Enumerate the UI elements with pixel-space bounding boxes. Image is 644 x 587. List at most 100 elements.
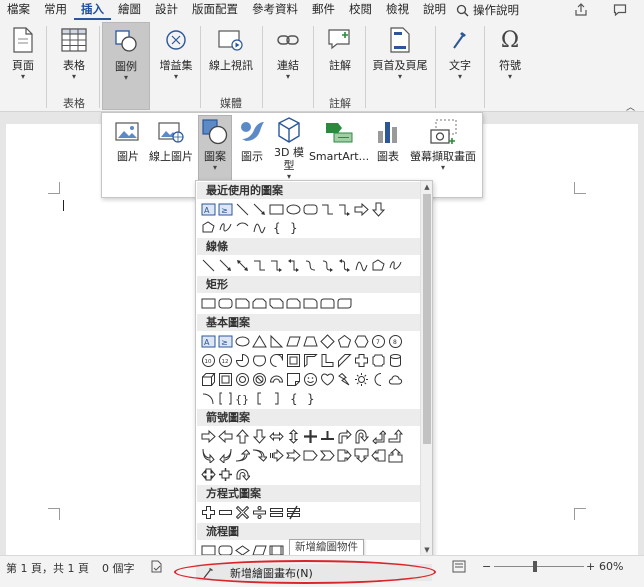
- curved-arrow-connector-shape-icon[interactable]: [320, 258, 335, 273]
- vertical-text-box-shape-icon[interactable]: ≥: [218, 202, 233, 217]
- left-up-arrow-shape-icon[interactable]: [371, 429, 386, 444]
- lightning-bolt-shape-icon[interactable]: [337, 372, 352, 387]
- can-shape-icon[interactable]: [388, 353, 403, 368]
- online-pictures-button[interactable]: 線上圖片: [148, 116, 194, 178]
- pentagon-shape-icon[interactable]: [337, 334, 352, 349]
- notched-right-arrow-shape-icon[interactable]: [286, 448, 301, 463]
- new-comment-button[interactable]: 註解: [320, 24, 360, 94]
- bent-up-arrow-shape-icon[interactable]: [388, 429, 403, 444]
- half-frame-shape-icon[interactable]: [303, 353, 318, 368]
- zoom-in-icon[interactable]: +: [586, 560, 595, 573]
- text-box-shape-icon[interactable]: A: [201, 202, 216, 217]
- teardrop-shape-icon[interactable]: [269, 353, 284, 368]
- left-brace-shape-icon[interactable]: {: [286, 391, 301, 406]
- rectangle-shape-icon[interactable]: [269, 202, 284, 217]
- tab-references[interactable]: 參考資料: [245, 0, 305, 20]
- donut-shape-icon[interactable]: [235, 372, 250, 387]
- search-icon[interactable]: [453, 0, 471, 20]
- comment-icon[interactable]: [607, 0, 633, 20]
- line-shape-icon[interactable]: [235, 202, 250, 217]
- curved-left-arrow-shape-icon[interactable]: [218, 448, 233, 463]
- snip-diagonal-rectangle-shape-icon[interactable]: [269, 296, 284, 311]
- round-same-side-rectangle-shape-icon[interactable]: [320, 296, 335, 311]
- elbow-double-arrow-shape-icon[interactable]: [286, 258, 301, 273]
- left-right-up-arrow-shape-icon[interactable]: [320, 429, 335, 444]
- tab-draw[interactable]: 繪圖: [111, 0, 148, 20]
- rectangle-shape-icon[interactable]: [201, 296, 216, 311]
- screenshot-button[interactable]: 螢幕擷取畫面 ▾: [408, 116, 478, 178]
- sun-shape-icon[interactable]: [354, 372, 369, 387]
- arc-shape-icon[interactable]: [201, 391, 216, 406]
- elbow-connector-shape-icon[interactable]: [252, 258, 267, 273]
- bent-arrow-shape-icon[interactable]: [337, 429, 352, 444]
- block-arc-shape-icon[interactable]: [269, 372, 284, 387]
- curved-right-arrow-shape-icon[interactable]: [201, 448, 216, 463]
- snip-same-side-rectangle-shape-icon[interactable]: [252, 296, 267, 311]
- share-icon[interactable]: [568, 0, 594, 20]
- decagon-shape-icon[interactable]: 10: [201, 353, 216, 368]
- illustrations-button[interactable]: 圖例 ▾: [102, 22, 150, 110]
- pictures-button[interactable]: 圖片: [110, 116, 146, 178]
- scribble-shape-icon[interactable]: [388, 258, 403, 273]
- read-mode-icon[interactable]: [452, 560, 466, 576]
- not-equal-sign-shape-icon[interactable]: [286, 505, 301, 520]
- moon-shape-icon[interactable]: [371, 372, 386, 387]
- symbols-button[interactable]: Ω 符號 ▾: [492, 24, 528, 94]
- division-sign-shape-icon[interactable]: [252, 505, 267, 520]
- right-arrow-shape-icon[interactable]: [201, 429, 216, 444]
- left-right-arrow-shape-icon[interactable]: [269, 429, 284, 444]
- quad-arrow-shape-icon[interactable]: [303, 429, 318, 444]
- chord-shape-icon[interactable]: [252, 353, 267, 368]
- chevron-arrow-shape-icon[interactable]: [320, 448, 335, 463]
- circular-arrow-shape-icon[interactable]: [235, 467, 250, 482]
- arrow-line-shape-icon[interactable]: [252, 202, 267, 217]
- zoom-slider-thumb[interactable]: [533, 561, 537, 572]
- l-shape-icon[interactable]: [320, 353, 335, 368]
- links-button[interactable]: 連結 ▾: [268, 24, 308, 94]
- plus-sign-shape-icon[interactable]: [201, 505, 216, 520]
- elbow-arrow-connector-shape-icon[interactable]: [269, 258, 284, 273]
- proofing-icon[interactable]: [150, 560, 163, 576]
- equal-sign-shape-icon[interactable]: [269, 505, 284, 520]
- double-arrow-line-shape-icon[interactable]: [235, 258, 250, 273]
- left-arrow-shape-icon[interactable]: [218, 429, 233, 444]
- u-turn-arrow-shape-icon[interactable]: [354, 429, 369, 444]
- round-corner-rectangle-shape-icon[interactable]: [303, 296, 318, 311]
- curved-up-arrow-shape-icon[interactable]: [235, 448, 250, 463]
- table-button[interactable]: 表格 ▾: [54, 24, 94, 94]
- parallelogram-shape-icon[interactable]: [286, 334, 301, 349]
- left-arrow-callout-shape-icon[interactable]: [371, 448, 386, 463]
- zoom-slider[interactable]: [494, 566, 584, 567]
- round-diagonal-rectangle-shape-icon[interactable]: [337, 296, 352, 311]
- right-brace-shape-icon[interactable]: }: [286, 220, 301, 235]
- down-arrow-callout-shape-icon[interactable]: [354, 448, 369, 463]
- double-bracket-shape-icon[interactable]: [218, 391, 233, 406]
- online-video-button[interactable]: 線上視訊: [206, 24, 256, 94]
- icons-button[interactable]: 圖示: [236, 116, 268, 178]
- scribble-shape-icon[interactable]: [218, 220, 233, 235]
- bevel-shape-icon[interactable]: [218, 372, 233, 387]
- snip-corner-rectangle-shape-icon[interactable]: [235, 296, 250, 311]
- tab-view[interactable]: 檢視: [379, 0, 416, 20]
- plaque-shape-icon[interactable]: [371, 353, 386, 368]
- tab-home[interactable]: 常用: [37, 0, 74, 20]
- curve-shape-icon[interactable]: [252, 220, 267, 235]
- left-bracket-shape-icon[interactable]: [252, 391, 267, 406]
- curved-connector-shape-icon[interactable]: [303, 258, 318, 273]
- plus-shape-icon[interactable]: [354, 353, 369, 368]
- up-down-arrow-shape-icon[interactable]: [286, 429, 301, 444]
- arrow-line-shape-icon[interactable]: [218, 258, 233, 273]
- minus-sign-shape-icon[interactable]: [218, 505, 233, 520]
- arc-shape-icon[interactable]: [235, 220, 250, 235]
- addins-button[interactable]: 增益集 ▾: [156, 24, 196, 94]
- tab-help[interactable]: 說明: [416, 0, 453, 20]
- curved-down-arrow-shape-icon[interactable]: [252, 448, 267, 463]
- tab-layout[interactable]: 版面配置: [185, 0, 245, 20]
- curved-double-arrow-shape-icon[interactable]: [337, 258, 352, 273]
- diagonal-stripe-shape-icon[interactable]: [337, 353, 352, 368]
- dodecagon-shape-icon[interactable]: 12: [218, 353, 233, 368]
- right-arrow-callout-shape-icon[interactable]: [337, 448, 352, 463]
- tab-insert[interactable]: 插入: [74, 0, 111, 20]
- gallery-scrollbar[interactable]: ▲ ▼: [420, 181, 432, 557]
- quad-arrow-callout-shape-icon[interactable]: [218, 467, 233, 482]
